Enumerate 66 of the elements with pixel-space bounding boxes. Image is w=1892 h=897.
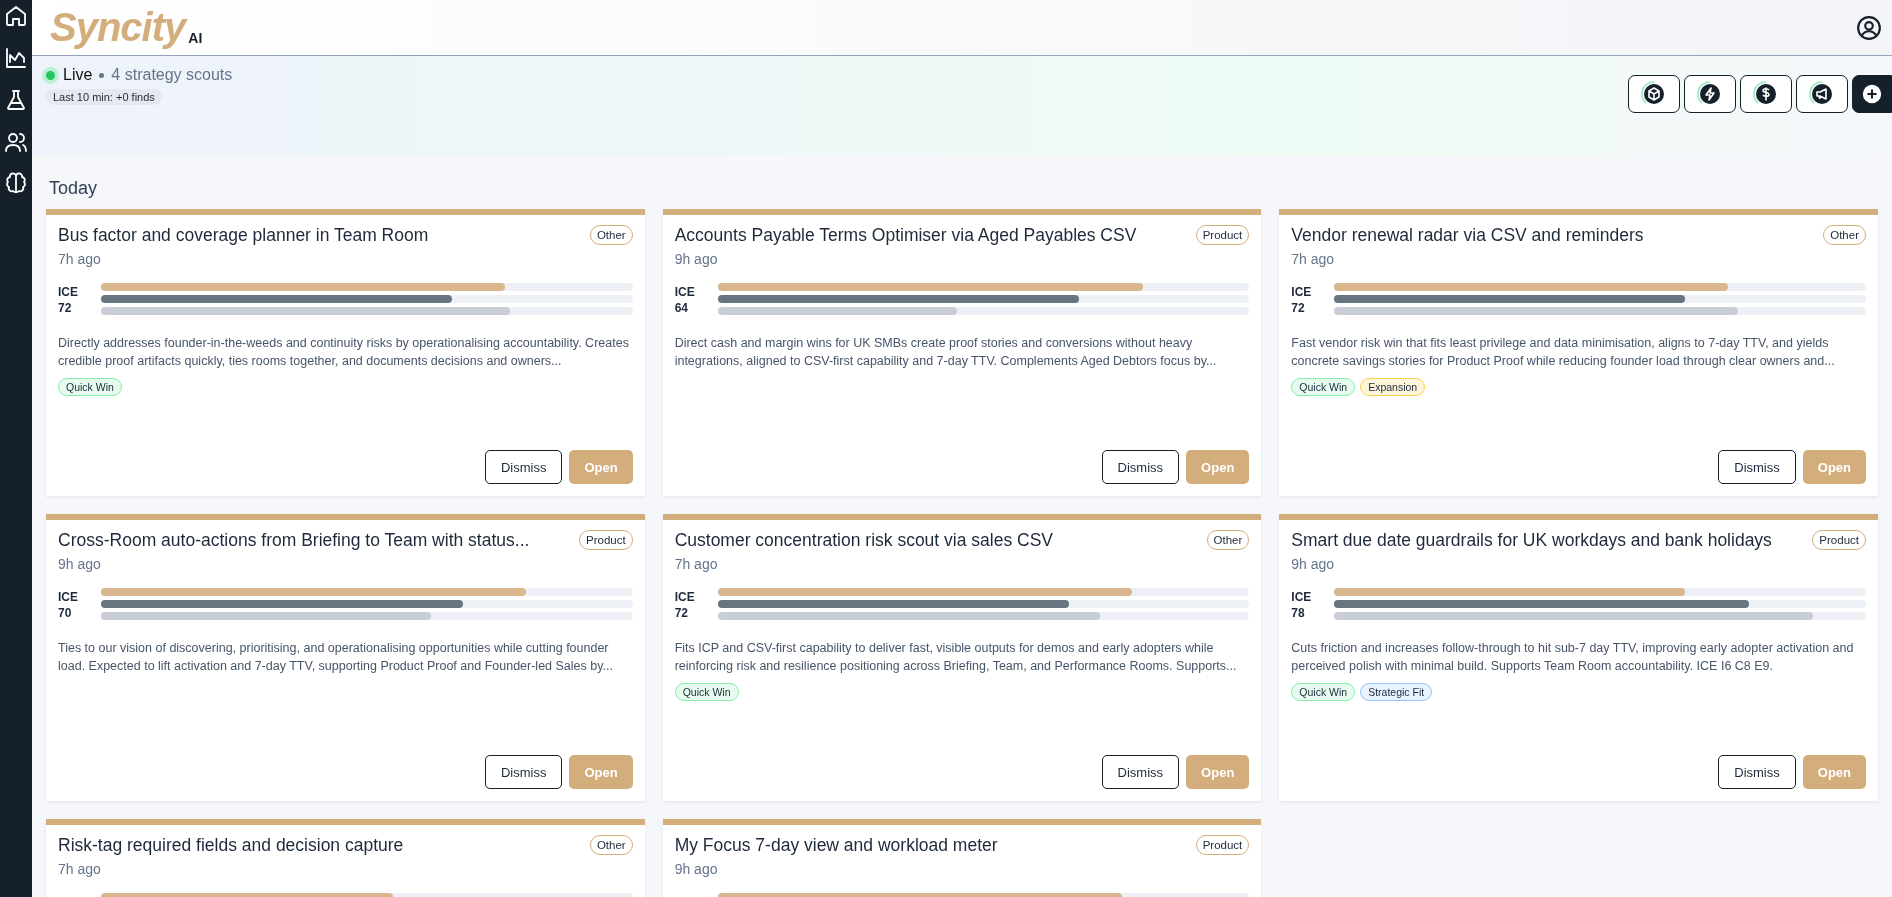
dismiss-button[interactable]: Dismiss (1101, 755, 1180, 789)
dismiss-button[interactable]: Dismiss (1101, 450, 1180, 484)
ice-label: ICE (674, 284, 696, 300)
tag-chip: Expansion (1360, 378, 1426, 396)
flask-icon[interactable] (4, 88, 28, 112)
ice-label: ICE (58, 284, 79, 300)
ice-score: 72 (1291, 300, 1306, 316)
user-account-icon[interactable] (1856, 14, 1882, 41)
ice-label: ICE (1291, 589, 1313, 605)
box-scout-button[interactable] (1628, 75, 1680, 113)
brand-suffix: AI (188, 30, 203, 46)
card-description: Cuts friction and increases follow-through to hit sub-7 day TTV, improving early adopter activation and perceived polish with minimal build. Supports Team Room accountability. ICE I6 C8 E9. (1291, 640, 1855, 675)
card-timestamp: 7h ago (674, 556, 718, 572)
card-title[interactable]: Cross-Room auto-actions from Briefing to Team with status... (58, 530, 530, 551)
scouts-count: 4 strategy scouts (111, 66, 233, 84)
card-description: Directly addresses founder-in-the-weeds and continuity risks by operationalising accountability. Creates credible proof artifacts quickly, ties rooms together, and documents decisions and owners... (58, 335, 630, 370)
card-title[interactable]: Customer concentration risk scout via sales CSV (674, 530, 1053, 551)
ice-score: 72 (674, 605, 689, 621)
ice-score: 70 (58, 605, 73, 621)
live-status-dot (46, 70, 55, 80)
dismiss-button[interactable]: Dismiss (484, 755, 563, 789)
home-icon[interactable] (4, 4, 28, 28)
tag-chip: Quick Win (674, 683, 739, 701)
brand-logo: Syncity (50, 5, 186, 50)
card-description: Fits ICP and CSV-first capability to deliver fast, visible outputs for demos and early adopters while reinforcing risk and resilience positioning across Briefing, Team, and Performance Rooms. Supports... (674, 640, 1238, 675)
card-timestamp: 7h ago (58, 251, 101, 267)
dismiss-button[interactable]: Dismiss (1718, 755, 1796, 789)
ice-score: 64 (674, 300, 689, 316)
megaphone-scout-button[interactable] (1796, 75, 1848, 113)
ice-label: ICE (674, 589, 696, 605)
card-timestamp: 9h ago (58, 556, 101, 572)
bolt-scout-button[interactable] (1684, 75, 1736, 113)
chart-icon[interactable] (4, 46, 28, 70)
tag-chip: Quick Win (58, 378, 122, 396)
ice-score: 72 (58, 300, 73, 316)
separator-dot (99, 72, 105, 78)
dismiss-button[interactable]: Dismiss (1718, 450, 1796, 484)
tag-chip: Quick Win (1291, 683, 1356, 701)
card-title[interactable]: Vendor renewal radar via CSV and reminders (1291, 225, 1644, 246)
ice-score: 78 (1291, 605, 1306, 621)
live-label: Live (63, 66, 93, 84)
card-description: Fast vendor risk win that fits least privilege and data minimisation, aligns to 7-day TTV, and yields concrete savings stories for Product Proof while reducing founder load through clear owners and... (1291, 335, 1836, 370)
ice-label: ICE (1291, 284, 1313, 300)
dismiss-button[interactable]: Dismiss (484, 450, 563, 484)
card-timestamp: 7h ago (58, 861, 101, 877)
recent-finds-badge: Last 10 min: +0 finds (46, 89, 162, 105)
card-title[interactable]: Accounts Payable Terms Optimiser via Aged Payables CSV (674, 225, 1137, 246)
card-title[interactable]: Smart due date guardrails for UK workdays and bank holidays (1291, 530, 1772, 551)
card-timestamp: 9h ago (1291, 556, 1335, 572)
card-title[interactable]: Bus factor and coverage planner in Team Room (58, 225, 429, 246)
card-description: Ties to our vision of discovering, prioritising, and operationalising opportunities while cutting founder load. Expected to lift activation and 7-day TTV, supporting Product Proof and Founder-led Sales by... (58, 640, 614, 675)
add-button[interactable] (1852, 75, 1892, 113)
card-title[interactable]: Risk-tag required fields and decision capture (58, 835, 404, 856)
card-timestamp: 9h ago (674, 861, 718, 877)
tag-chip: Quick Win (1291, 378, 1356, 396)
card-timestamp: 7h ago (1291, 251, 1335, 267)
users-icon[interactable] (4, 130, 28, 154)
section-heading: Today (49, 178, 99, 199)
card-description: Direct cash and margin wins for UK SMBs create proof stories and conversions without heavy integrations, aligned to CSV-first capability and 7-day TTV. Complements Aged Debtors focus by... (674, 335, 1218, 370)
card-title[interactable]: My Focus 7-day view and workload meter (674, 835, 998, 856)
ice-label: ICE (58, 589, 79, 605)
dollar-scout-button[interactable] (1740, 75, 1792, 113)
brain-icon[interactable] (4, 172, 28, 196)
card-timestamp: 9h ago (674, 251, 718, 267)
tag-chip: Strategic Fit (1360, 683, 1433, 701)
plus-icon (1861, 83, 1883, 105)
